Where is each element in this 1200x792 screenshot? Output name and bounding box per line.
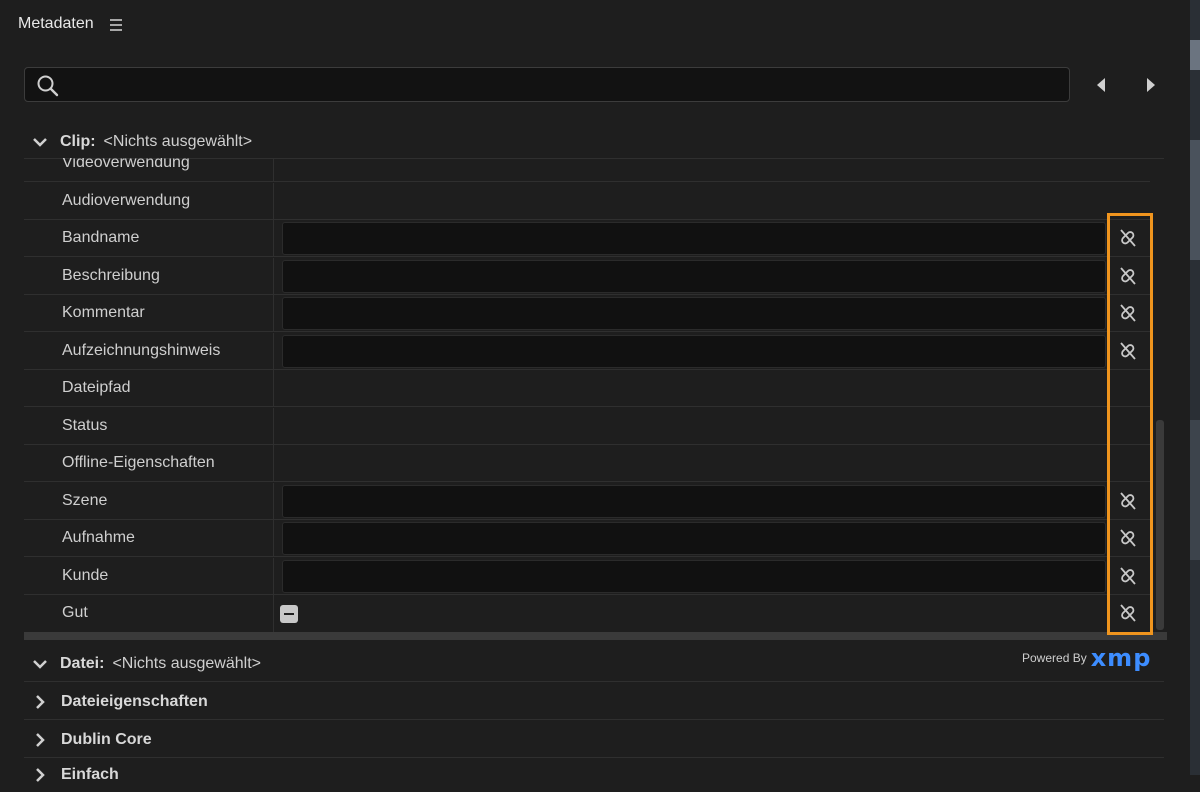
metadata-row-kunde: Kunde — [24, 558, 1150, 595]
unlink-icon[interactable] — [1117, 227, 1139, 249]
clip-section-header[interactable]: Clip: <Nichts ausgewählt> — [30, 124, 1164, 160]
chevron-right-icon — [30, 692, 50, 712]
clip-section-label: Clip: — [60, 133, 96, 150]
row-label: Aufnahme — [62, 529, 135, 546]
chevron-down-icon — [30, 654, 50, 674]
section-title: Dateieigenschaften — [61, 693, 208, 710]
unlink-icon[interactable] — [1117, 602, 1139, 624]
panel-title: Metadaten — [18, 15, 94, 32]
row-label: Audioverwendung — [62, 192, 191, 209]
scrollbar[interactable] — [1156, 420, 1164, 630]
unlink-icon[interactable] — [1117, 302, 1139, 324]
file-section-header[interactable]: Datei: <Nichts ausgewählt> — [30, 646, 1164, 682]
aufzeichnungshinweis-field[interactable] — [282, 335, 1106, 368]
row-label: Status — [62, 417, 108, 434]
section-title: Einfach — [61, 766, 119, 783]
hamburger-icon[interactable] — [110, 19, 122, 31]
section-einfach[interactable]: Einfach — [30, 758, 1164, 792]
metadata-row-bandname: Bandname — [24, 220, 1150, 257]
column-divider — [273, 220, 274, 257]
clip-metadata-list: Videoverwendung Audioverwendung Bandname… — [24, 158, 1164, 633]
metadata-row-kommentar: Kommentar — [24, 295, 1150, 332]
section-dateieigenschaften[interactable]: Dateieigenschaften — [30, 684, 1164, 720]
kommentar-field[interactable] — [282, 297, 1106, 330]
section-dublin-core[interactable]: Dublin Core — [30, 722, 1164, 758]
xmp-logo: xmp — [1090, 644, 1152, 672]
kunde-field[interactable] — [282, 560, 1106, 593]
row-label: Bandname — [62, 229, 140, 246]
column-divider — [273, 445, 274, 482]
unlink-icon[interactable] — [1117, 527, 1139, 549]
metadata-row-aufnahme: Aufnahme — [24, 520, 1150, 557]
column-divider — [273, 158, 274, 182]
row-divider — [24, 331, 1150, 332]
powered-by-xmp: Powered By xmp — [1022, 644, 1152, 672]
row-divider — [24, 556, 1150, 557]
bandname-field[interactable] — [282, 222, 1106, 255]
column-divider — [273, 483, 274, 520]
unlink-icon[interactable] — [1117, 490, 1139, 512]
row-label: Gut — [62, 604, 88, 621]
chevron-right-icon — [30, 765, 50, 785]
previous-button[interactable] — [1092, 76, 1112, 94]
unlink-icon[interactable] — [1117, 565, 1139, 587]
column-divider — [273, 408, 274, 445]
chevron-down-icon — [30, 132, 50, 152]
metadata-row-videoverwendung: Videoverwendung — [24, 158, 1150, 182]
metadata-row-dateipfad: Dateipfad — [24, 370, 1150, 407]
column-divider — [273, 520, 274, 557]
column-divider — [273, 558, 274, 595]
gut-checkbox[interactable] — [280, 605, 298, 623]
unlink-icon[interactable] — [1117, 340, 1139, 362]
row-divider — [24, 181, 1150, 182]
panel-edge-block — [1190, 40, 1200, 70]
metadata-row-gut: Gut — [24, 595, 1150, 632]
column-divider — [273, 295, 274, 332]
row-label: Kunde — [62, 567, 109, 584]
metadata-row-szene: Szene — [24, 483, 1150, 520]
unlink-icon[interactable] — [1117, 265, 1139, 287]
row-label: Aufzeichnungshinweis — [62, 342, 221, 359]
column-divider — [273, 333, 274, 370]
panel-edge-block — [1190, 140, 1200, 260]
beschreibung-field[interactable] — [282, 260, 1106, 293]
panel-header: Metadaten — [0, 0, 1190, 52]
metadata-row-aufzeichnungshinweis: Aufzeichnungshinweis — [24, 333, 1150, 370]
row-label: Kommentar — [62, 304, 145, 321]
panel-edge-block — [1190, 420, 1200, 560]
metadata-row-offline-eigenschaften: Offline-Eigenschaften — [24, 445, 1150, 482]
row-label: Beschreibung — [62, 267, 160, 284]
row-divider — [24, 406, 1150, 407]
divider — [24, 719, 1164, 720]
search-icon — [36, 74, 60, 103]
section-title: Dublin Core — [61, 731, 152, 748]
metadata-row-audioverwendung: Audioverwendung — [24, 183, 1150, 220]
chevron-right-icon — [30, 730, 50, 750]
file-section-value: <Nichts ausgewählt> — [112, 655, 261, 672]
adjacent-panel-edge — [1190, 0, 1200, 775]
szene-field[interactable] — [282, 485, 1106, 518]
row-label: Dateipfad — [62, 379, 131, 396]
row-divider — [24, 256, 1150, 257]
metadata-row-beschreibung: Beschreibung — [24, 258, 1150, 295]
row-label: Offline-Eigenschaften — [62, 454, 215, 471]
column-divider — [273, 183, 274, 220]
row-label: Szene — [62, 492, 108, 509]
next-button[interactable] — [1140, 76, 1160, 94]
aufnahme-field[interactable] — [282, 522, 1106, 555]
row-label: Videoverwendung — [62, 158, 190, 171]
column-divider — [273, 370, 274, 407]
powered-by-text: Powered By — [1022, 651, 1087, 665]
row-divider — [24, 481, 1150, 482]
search-input[interactable] — [24, 67, 1070, 102]
clip-section-value: <Nichts ausgewählt> — [103, 133, 253, 150]
metadata-row-status: Status — [24, 408, 1150, 445]
panel-resize-strip[interactable] — [24, 632, 1167, 640]
column-divider — [273, 258, 274, 295]
divider — [24, 681, 1164, 682]
file-section-label: Datei: — [60, 655, 105, 672]
column-divider — [273, 595, 274, 632]
